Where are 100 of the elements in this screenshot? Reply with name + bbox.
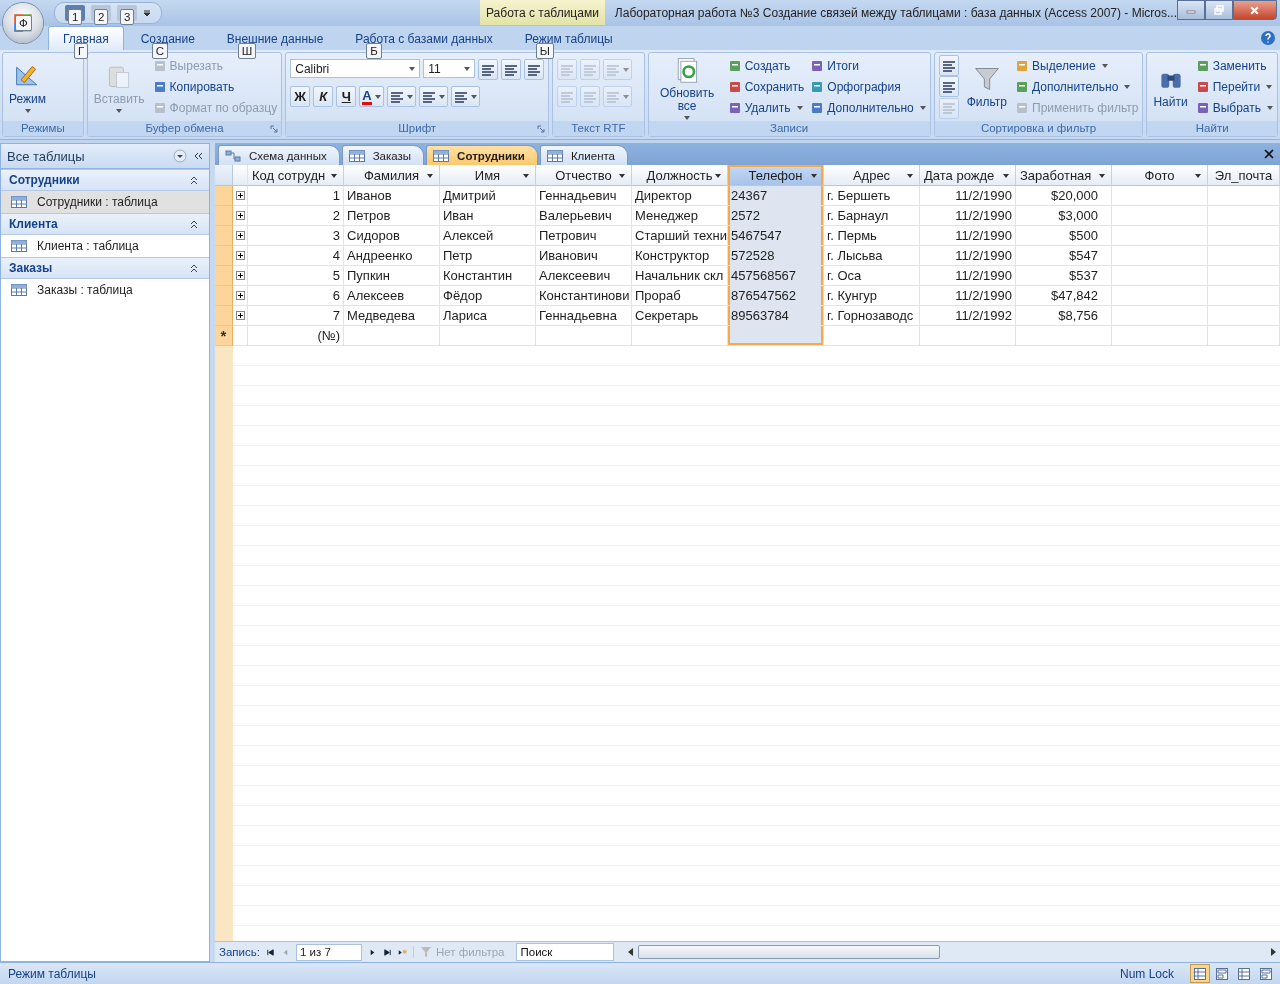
scrollbar-thumb[interactable] <box>638 945 941 959</box>
ribbon-button[interactable]: Дополнительно <box>1015 77 1139 97</box>
collapse-icon[interactable] <box>193 151 203 161</box>
table-cell: 11/2/1990 <box>920 186 1016 206</box>
toolbar-button[interactable] <box>524 59 545 80</box>
ribbon-button[interactable]: Дополнительно <box>810 98 926 119</box>
format-button[interactable]: Ч <box>336 86 357 107</box>
column-header[interactable]: Фото <box>1112 165 1208 186</box>
table-cell: Сидоров <box>344 226 440 246</box>
toolbar-button[interactable] <box>478 59 499 80</box>
caret-icon[interactable] <box>427 174 433 178</box>
close-icon[interactable] <box>1264 149 1274 159</box>
scroll-left-icon[interactable] <box>628 948 635 956</box>
document-tab[interactable]: Клиента <box>539 145 629 165</box>
ribbon-button[interactable]: Выбрать <box>1195 98 1273 119</box>
column-header[interactable]: Имя <box>440 165 536 186</box>
toolbar-button[interactable] <box>450 86 480 107</box>
column-header[interactable]: Отчество <box>536 165 632 186</box>
column-header[interactable]: Телефон <box>728 165 824 186</box>
toolbar-button[interactable] <box>938 76 959 98</box>
toolbar-button[interactable] <box>418 86 448 107</box>
ribbon-button[interactable]: Создать <box>727 55 805 76</box>
font-field[interactable]: Calibri <box>290 59 421 78</box>
ribbon-button[interactable]: Удалить <box>727 98 805 119</box>
expand-icon[interactable] <box>235 291 245 300</box>
dialog-launcher-icon[interactable] <box>270 125 279 133</box>
font-field[interactable]: 11 <box>423 59 476 78</box>
navigation-group-header[interactable]: Сотрудники <box>1 169 209 191</box>
column-header[interactable]: Дата рожде <box>920 165 1016 186</box>
table-cell <box>1208 246 1280 266</box>
table-cell: Пупкин <box>344 266 440 286</box>
document-tab[interactable]: Сотрудники <box>426 145 538 165</box>
ribbon-button[interactable]: Сохранить <box>727 77 805 97</box>
ribbon-button[interactable]: Заменить <box>1195 55 1273 76</box>
table-cell: 11/2/1992 <box>920 306 1016 326</box>
document-tab[interactable]: Схема данных <box>218 145 340 165</box>
navigation-title: Все таблицы <box>7 148 86 164</box>
navigation-item[interactable]: Заказы : таблица <box>1 279 209 301</box>
close-button[interactable] <box>1233 0 1277 20</box>
caret-icon[interactable] <box>143 9 151 17</box>
toolbar-button[interactable] <box>938 55 959 77</box>
search-field[interactable]: Поиск <box>516 943 615 961</box>
expand-icon[interactable] <box>235 191 245 200</box>
toolbar-button[interactable] <box>501 59 522 80</box>
expand-icon[interactable] <box>235 211 245 220</box>
navigation-item[interactable]: Сотрудники : таблица <box>1 191 209 213</box>
ribbon-button[interactable]: Выделение <box>1015 55 1139 76</box>
help-icon[interactable] <box>1260 30 1276 46</box>
caret-icon[interactable] <box>1099 174 1105 178</box>
table-cell: 2 <box>248 206 344 226</box>
caret-icon[interactable] <box>619 174 625 178</box>
caret-icon[interactable] <box>907 174 913 178</box>
minimize-button[interactable] <box>1177 0 1205 20</box>
caret-icon[interactable] <box>811 174 817 178</box>
ribbon-button[interactable]: Обновить все <box>652 55 722 121</box>
first-record-icon[interactable] <box>265 947 275 957</box>
caret-icon[interactable] <box>523 174 529 178</box>
window-title: Лабораторная работа №3 Создание связей между таблицами : база данных (Access 2007) - Micros... <box>614 6 1177 20</box>
navigation-header[interactable]: Все таблицы <box>1 144 209 169</box>
lines-icon <box>941 101 956 116</box>
scroll-right-icon[interactable] <box>1270 948 1276 956</box>
column-header[interactable]: Код сотрудн <box>248 165 344 186</box>
dialog-launcher-icon[interactable] <box>537 125 546 133</box>
format-button[interactable]: Ж <box>290 86 311 107</box>
ribbon-button[interactable]: Орфография <box>810 77 926 97</box>
table-icon <box>11 196 27 208</box>
ribbon-button[interactable]: Копировать <box>152 77 278 97</box>
navigation-group-header[interactable]: Заказы <box>1 257 209 279</box>
expand-icon[interactable] <box>235 311 245 320</box>
caret-icon[interactable] <box>1195 174 1201 178</box>
format-button[interactable]: A <box>359 86 384 107</box>
record-number-field[interactable]: 1 из 7 <box>295 943 362 961</box>
expand-icon[interactable] <box>235 231 245 240</box>
ribbon-button[interactable]: Найти <box>1151 64 1190 110</box>
toolbar-button[interactable] <box>386 86 416 107</box>
format-button[interactable]: К <box>313 86 334 107</box>
ribbon-button[interactable]: Фильтр <box>964 64 1009 110</box>
view-button[interactable] <box>1190 964 1210 983</box>
navigation-group-header[interactable]: Клиента <box>1 213 209 235</box>
column-header[interactable]: Эл_почта <box>1208 165 1280 186</box>
ribbon-button[interactable]: Перейти <box>1195 77 1273 97</box>
office-button[interactable]: Ф <box>3 3 43 43</box>
dropdown-icon[interactable] <box>173 149 187 163</box>
restore-button[interactable] <box>1205 0 1233 20</box>
ribbon-button[interactable]: Итоги <box>810 55 926 76</box>
expand-icon[interactable] <box>235 251 245 260</box>
ribbon-button[interactable]: Режим <box>7 60 48 114</box>
caret-icon[interactable] <box>1003 174 1009 178</box>
navigation-item[interactable]: Клиента : таблица <box>1 235 209 257</box>
last-record-icon[interactable] <box>382 947 392 957</box>
column-header[interactable]: Заработная <box>1016 165 1112 186</box>
document-tab[interactable]: Заказы <box>341 145 425 165</box>
column-header[interactable]: Адрес <box>824 165 920 186</box>
table-icon <box>11 240 27 252</box>
caret-icon[interactable] <box>715 174 721 178</box>
column-header[interactable]: Фамилия <box>344 165 440 186</box>
new-record-icon[interactable] <box>397 947 407 957</box>
expand-icon[interactable] <box>235 271 245 280</box>
caret-icon[interactable] <box>331 174 337 178</box>
column-header[interactable]: Должность <box>632 165 728 186</box>
